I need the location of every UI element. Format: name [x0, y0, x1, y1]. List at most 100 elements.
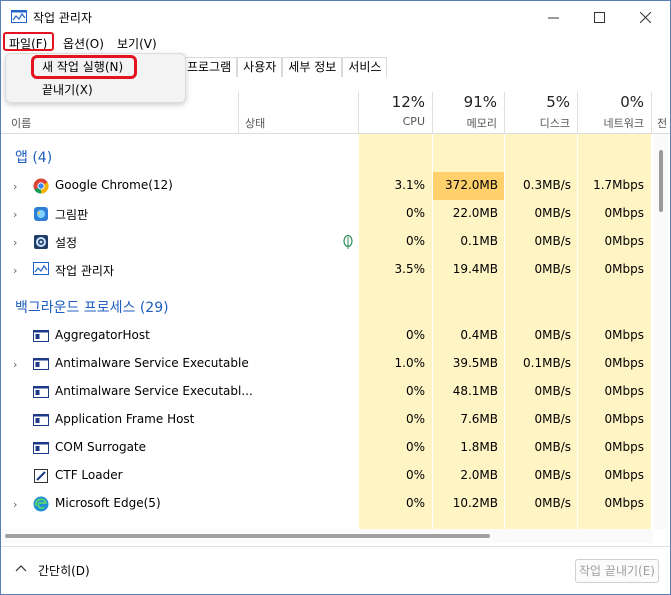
process-row[interactable]: COM Surrogate 0% 1.8MB 0MB/s 0Mbps: [1, 434, 653, 462]
column-divider: [577, 92, 578, 133]
end-task-button[interactable]: 작업 끝내기(E): [575, 559, 659, 583]
process-row[interactable]: › 작업 관리자 3.5% 19.4MB 0MB/s 0Mbps: [1, 256, 653, 284]
edge-icon: [33, 496, 49, 512]
memory-value: 10.2MB: [452, 496, 498, 510]
process-name: CTF Loader: [55, 468, 123, 482]
disk-value: 0.1MB/s: [523, 356, 571, 370]
network-value: 0Mbps: [604, 206, 644, 220]
menu-options[interactable]: 옵션(O): [63, 35, 104, 52]
expand-chevron-icon[interactable]: ›: [13, 498, 17, 511]
maximize-icon: [593, 11, 605, 23]
column-cpu[interactable]: CPU: [361, 115, 425, 128]
process-row[interactable]: › Google Chrome(12) 3.1% 372.0MB 0.3MB/s 1.7M…: [1, 172, 653, 200]
horizontal-scrollbar[interactable]: [1, 529, 653, 543]
network-value: 0Mbps: [604, 384, 644, 398]
network-value: 0Mbps: [604, 468, 644, 482]
new-task-highlight-box: [31, 55, 137, 79]
close-button[interactable]: [622, 1, 668, 33]
minimize-icon: [547, 17, 559, 18]
expand-chevron-icon[interactable]: ›: [13, 180, 17, 193]
vertical-scrollbar[interactable]: [654, 134, 668, 529]
network-value: 1.7Mbps: [593, 178, 644, 192]
menu-item-exit[interactable]: 끝내기(X): [42, 81, 93, 98]
cpu-value: 0%: [405, 384, 425, 398]
expand-chevron-icon[interactable]: ›: [13, 264, 17, 277]
group-apps-title[interactable]: 앱 (4): [15, 147, 52, 167]
column-divider: [358, 92, 359, 133]
column-network[interactable]: 네트워크: [579, 115, 644, 131]
process-row[interactable]: › Microsoft Edge(5) 0% 10.2MB 0MB/s 0Mbps: [1, 490, 653, 518]
process-row[interactable]: AggregatorHost 0% 0.4MB 0MB/s 0Mbps: [1, 322, 653, 350]
disk-value: 0MB/s: [534, 206, 571, 220]
group-background-title[interactable]: 백그라운드 프로세스 (29): [15, 297, 169, 317]
process-name: COM Surrogate: [55, 440, 147, 454]
taskmgr-icon: [33, 262, 49, 278]
disk-percent[interactable]: 5%: [506, 93, 570, 111]
column-name[interactable]: 이름: [11, 115, 31, 131]
network-value: 0Mbps: [604, 412, 644, 426]
process-name: 그림판: [55, 208, 89, 222]
memory-percent[interactable]: 91%: [433, 93, 497, 111]
process-row[interactable]: › 설정 0% 0.1MB 0MB/s 0Mbps: [1, 228, 653, 256]
tab-users[interactable]: 사용자: [237, 57, 283, 77]
column-power-partial[interactable]: 전: [657, 115, 667, 131]
network-value: 0Mbps: [604, 440, 644, 454]
column-memory[interactable]: 메모리: [433, 115, 497, 131]
process-window-icon: [33, 440, 49, 456]
process-list: 앱 (4) › Google Chrome(12) 3.1% 372.0MB 0.3MB…: [1, 134, 653, 529]
cpu-value: 0%: [405, 234, 425, 248]
process-row[interactable]: › Antimalware Service Executable 1.0% 39.5M…: [1, 350, 653, 378]
network-percent[interactable]: 0%: [579, 93, 644, 111]
horizontal-scroll-thumb[interactable]: [5, 534, 490, 538]
disk-value: 0MB/s: [534, 234, 571, 248]
window-title: 작업 관리자: [33, 11, 93, 25]
process-name: 작업 관리자: [55, 264, 115, 278]
disk-value: 0MB/s: [534, 328, 571, 342]
cpu-percent[interactable]: 12%: [361, 93, 425, 111]
column-status[interactable]: 상태: [245, 115, 265, 131]
expand-chevron-icon[interactable]: ›: [13, 358, 17, 371]
column-disk[interactable]: 디스크: [506, 115, 570, 131]
memory-value: 39.5MB: [452, 356, 498, 370]
process-name: Application Frame Host: [55, 412, 195, 426]
cpu-value: 0%: [405, 440, 425, 454]
process-name: AggregatorHost: [55, 328, 150, 342]
tab-details[interactable]: 세부 정보: [282, 57, 343, 77]
cpu-value: 1.0%: [394, 356, 426, 370]
column-divider: [504, 92, 505, 133]
title-bar: 작업 관리자: [1, 1, 670, 33]
process-name: Google Chrome(12): [55, 178, 173, 192]
process-row[interactable]: › 그림판 0% 22.0MB 0MB/s 0Mbps: [1, 200, 653, 228]
process-name: Microsoft Edge(5): [55, 496, 161, 510]
tab-strip: 프로그램 사용자 세부 정보 서비스: [181, 57, 388, 77]
vertical-scroll-thumb[interactable]: [659, 150, 663, 212]
tab-programs[interactable]: 프로그램: [181, 57, 238, 77]
fewer-details-link[interactable]: 간단히(D): [38, 562, 90, 579]
task-manager-window: 작업 관리자 파일(F) 옵션(O) 보기(V) 프로그램 사용자 세부 정보 …: [0, 0, 671, 595]
column-divider: [651, 92, 652, 133]
memory-value: 0.4MB: [460, 328, 498, 342]
menu-view[interactable]: 보기(V): [117, 35, 157, 52]
cpu-value: 0%: [405, 496, 425, 510]
process-row[interactable]: CTF Loader 0% 2.0MB 0MB/s 0Mbps: [1, 462, 653, 490]
task-manager-app-icon: [11, 10, 27, 23]
footer-bar: 간단히(D) 작업 끝내기(E): [1, 546, 670, 594]
network-value: 0Mbps: [604, 496, 644, 510]
cpu-value: 3.5%: [394, 262, 426, 276]
column-divider: [238, 92, 239, 133]
minimize-button[interactable]: [530, 1, 576, 33]
disk-value: 0MB/s: [534, 384, 571, 398]
process-row[interactable]: Antimalware Service Executabl... 0% 48.1MB…: [1, 378, 653, 406]
network-value: 0Mbps: [604, 328, 644, 342]
expand-chevron-icon[interactable]: ›: [13, 236, 17, 249]
leaf-icon: [343, 235, 353, 249]
memory-value: 372.0MB: [445, 178, 498, 192]
close-icon: [639, 11, 651, 23]
expand-chevron-icon[interactable]: ›: [13, 208, 17, 221]
ctf-icon: [33, 468, 49, 484]
settings-icon: [33, 234, 49, 250]
disk-value: 0MB/s: [534, 468, 571, 482]
maximize-button[interactable]: [576, 1, 622, 33]
process-row[interactable]: Application Frame Host 0% 7.6MB 0MB/s 0Mbps: [1, 406, 653, 434]
tab-services[interactable]: 서비스: [342, 57, 388, 77]
